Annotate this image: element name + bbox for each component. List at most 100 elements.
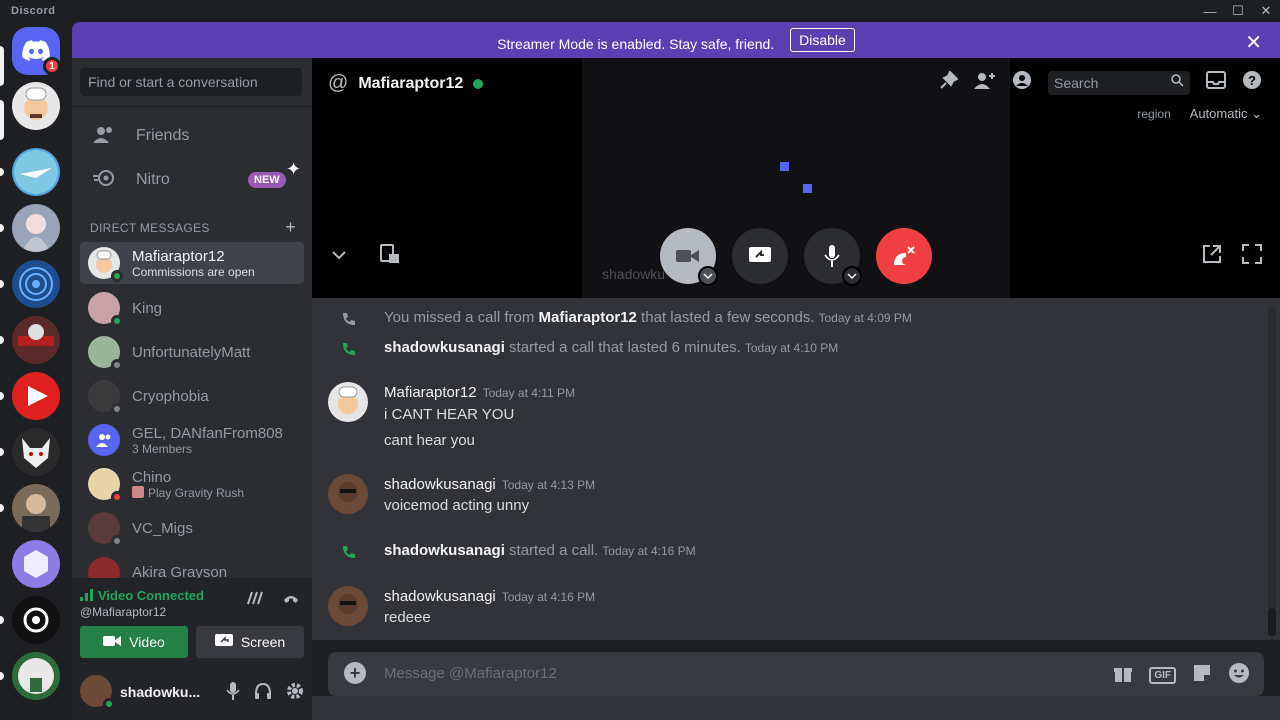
dm-item-cryophobia[interactable]: Cryophobia bbox=[80, 375, 304, 417]
screen-share-button[interactable]: Screen bbox=[196, 626, 304, 658]
camera-toggle-button[interactable] bbox=[660, 228, 718, 286]
dm-item-unfortunatelymatt[interactable]: UnfortunatelyMatt bbox=[80, 331, 304, 373]
message-scrollbar[interactable] bbox=[1268, 306, 1276, 636]
guild-airline[interactable] bbox=[12, 148, 60, 196]
user-avatar[interactable] bbox=[80, 675, 115, 710]
caller-name[interactable]: Mafiaraptor12 bbox=[539, 309, 637, 326]
headphones-icon[interactable] bbox=[254, 682, 272, 705]
pin-icon[interactable] bbox=[940, 70, 959, 94]
dm-header-label: DIRECT MESSAGES bbox=[90, 221, 210, 235]
server-list: 1 bbox=[0, 22, 72, 720]
video-button-label: Video bbox=[129, 634, 165, 650]
search-input[interactable]: Search bbox=[1048, 70, 1190, 95]
online-status-icon bbox=[103, 698, 115, 710]
microphone-button[interactable] bbox=[804, 228, 862, 286]
timestamp: Today at 4:16 PM bbox=[602, 544, 696, 558]
call-started-icon bbox=[340, 340, 358, 363]
timestamp: Today at 4:10 PM bbox=[744, 341, 839, 355]
sticker-icon[interactable] bbox=[1192, 663, 1212, 688]
avatar bbox=[88, 557, 120, 578]
avatar bbox=[88, 247, 123, 282]
gift-icon[interactable] bbox=[1113, 663, 1133, 688]
create-dm-icon[interactable]: + bbox=[285, 217, 296, 238]
timestamp: Today at 4:13 PM bbox=[501, 478, 596, 492]
message-input[interactable]: Message @Mafiaraptor12 bbox=[384, 665, 557, 682]
inbox-icon[interactable] bbox=[1206, 71, 1226, 94]
user-profile-icon[interactable] bbox=[1012, 70, 1032, 95]
system-message-call-started: shadowkusanagi started a call. Today at 4… bbox=[384, 542, 696, 559]
guild-wolf[interactable] bbox=[12, 428, 60, 476]
region-selector[interactable]: region Automatic ⌄ bbox=[1137, 106, 1262, 122]
dm-subtitle: 3 Members bbox=[132, 441, 193, 456]
dm-name: VC_Migs bbox=[132, 519, 193, 537]
message-avatar[interactable] bbox=[328, 586, 368, 626]
app-title: Discord bbox=[11, 5, 56, 17]
message-avatar[interactable] bbox=[328, 382, 368, 422]
guild-blue-rings[interactable] bbox=[12, 260, 60, 308]
noise-suppression-icon[interactable] bbox=[246, 590, 264, 611]
dm-item-group[interactable]: GEL, DANfanFrom808 3 Members bbox=[80, 419, 304, 461]
video-button[interactable]: Video bbox=[80, 626, 188, 658]
dm-item-mafiaraptor12[interactable]: Mafiaraptor12 Commissions are open bbox=[80, 242, 304, 284]
microphone-icon[interactable] bbox=[226, 682, 240, 705]
message-author: Mafiaraptor12 Today at 4:11 PM bbox=[384, 384, 576, 401]
message-text: redeee bbox=[384, 609, 431, 626]
dm-item-king[interactable]: King bbox=[80, 287, 304, 329]
gif-button[interactable]: GIF bbox=[1149, 667, 1176, 684]
guild-purple-cube[interactable] bbox=[12, 540, 60, 588]
missed-call-icon bbox=[340, 310, 358, 333]
guild-anime-girl[interactable] bbox=[12, 204, 60, 252]
message-text: i CANT HEAR YOU bbox=[384, 406, 515, 423]
dm-item-akira-grayson[interactable]: Akira Grayson bbox=[80, 551, 304, 578]
guild-openai[interactable] bbox=[12, 596, 60, 644]
close-window-button[interactable]: ✕ bbox=[1250, 0, 1280, 22]
guild-red-play[interactable] bbox=[12, 372, 60, 420]
selected-pip bbox=[0, 46, 4, 86]
nav-friends[interactable]: Friends bbox=[80, 115, 304, 157]
dm-item-vc-migs[interactable]: VC_Migs bbox=[80, 507, 304, 549]
caller-name[interactable]: shadowkusanagi bbox=[384, 542, 505, 559]
add-friend-icon[interactable] bbox=[974, 71, 996, 94]
screen-share-button[interactable] bbox=[732, 228, 788, 284]
scrollbar-thumb[interactable] bbox=[1268, 608, 1276, 636]
unread-badge: 1 bbox=[43, 57, 61, 75]
collapse-chevron-icon[interactable] bbox=[332, 244, 346, 265]
guild-man-portrait[interactable] bbox=[12, 484, 60, 532]
video-camera-icon bbox=[676, 250, 699, 262]
attach-plus-icon[interactable]: + bbox=[344, 662, 366, 684]
popout-layout-icon[interactable] bbox=[380, 244, 400, 269]
microphone-icon bbox=[824, 245, 840, 267]
guild-warriors[interactable] bbox=[12, 316, 60, 364]
mic-options-chevron-icon[interactable] bbox=[842, 266, 862, 286]
help-icon[interactable]: ? bbox=[1242, 70, 1262, 95]
online-status-icon bbox=[473, 78, 484, 89]
camera-options-chevron-icon[interactable] bbox=[698, 266, 718, 286]
leave-call-button[interactable] bbox=[876, 228, 932, 284]
disconnect-call-icon[interactable] bbox=[282, 590, 300, 611]
message-avatar[interactable] bbox=[328, 474, 368, 514]
username[interactable]: shadowku... bbox=[120, 684, 200, 700]
nav-nitro[interactable]: Nitro NEW ✦ bbox=[80, 159, 304, 201]
message-text: cant hear you bbox=[384, 432, 475, 449]
nitro-label: Nitro bbox=[136, 171, 170, 188]
screen-button-label: Screen bbox=[240, 634, 286, 650]
region-label: region bbox=[1137, 107, 1171, 121]
guild-ltm[interactable] bbox=[12, 652, 60, 700]
friends-icon bbox=[92, 125, 116, 148]
find-conversation-input[interactable]: Find or start a conversation bbox=[80, 68, 302, 96]
video-pixel bbox=[780, 162, 789, 171]
timestamp: Today at 4:11 PM bbox=[482, 386, 576, 400]
guild-pizza-chef[interactable] bbox=[12, 82, 60, 130]
tile-overlay-name: shadowku bbox=[602, 266, 666, 282]
fullscreen-icon[interactable] bbox=[1242, 244, 1262, 269]
dnd-status-icon bbox=[111, 491, 123, 503]
settings-gear-icon[interactable] bbox=[286, 682, 304, 705]
caller-name[interactable]: shadowkusanagi bbox=[384, 339, 505, 356]
dm-item-chino[interactable]: Chino Play Gravity Rush bbox=[80, 463, 304, 505]
dm-subtitle: Commissions are open bbox=[132, 264, 255, 279]
banner-close-icon[interactable]: ✕ bbox=[1245, 30, 1262, 55]
disable-streamer-mode-button[interactable]: Disable bbox=[790, 28, 855, 52]
emoji-icon[interactable] bbox=[1228, 662, 1250, 689]
popout-icon[interactable] bbox=[1202, 244, 1222, 269]
search-placeholder: Search bbox=[1054, 74, 1099, 91]
